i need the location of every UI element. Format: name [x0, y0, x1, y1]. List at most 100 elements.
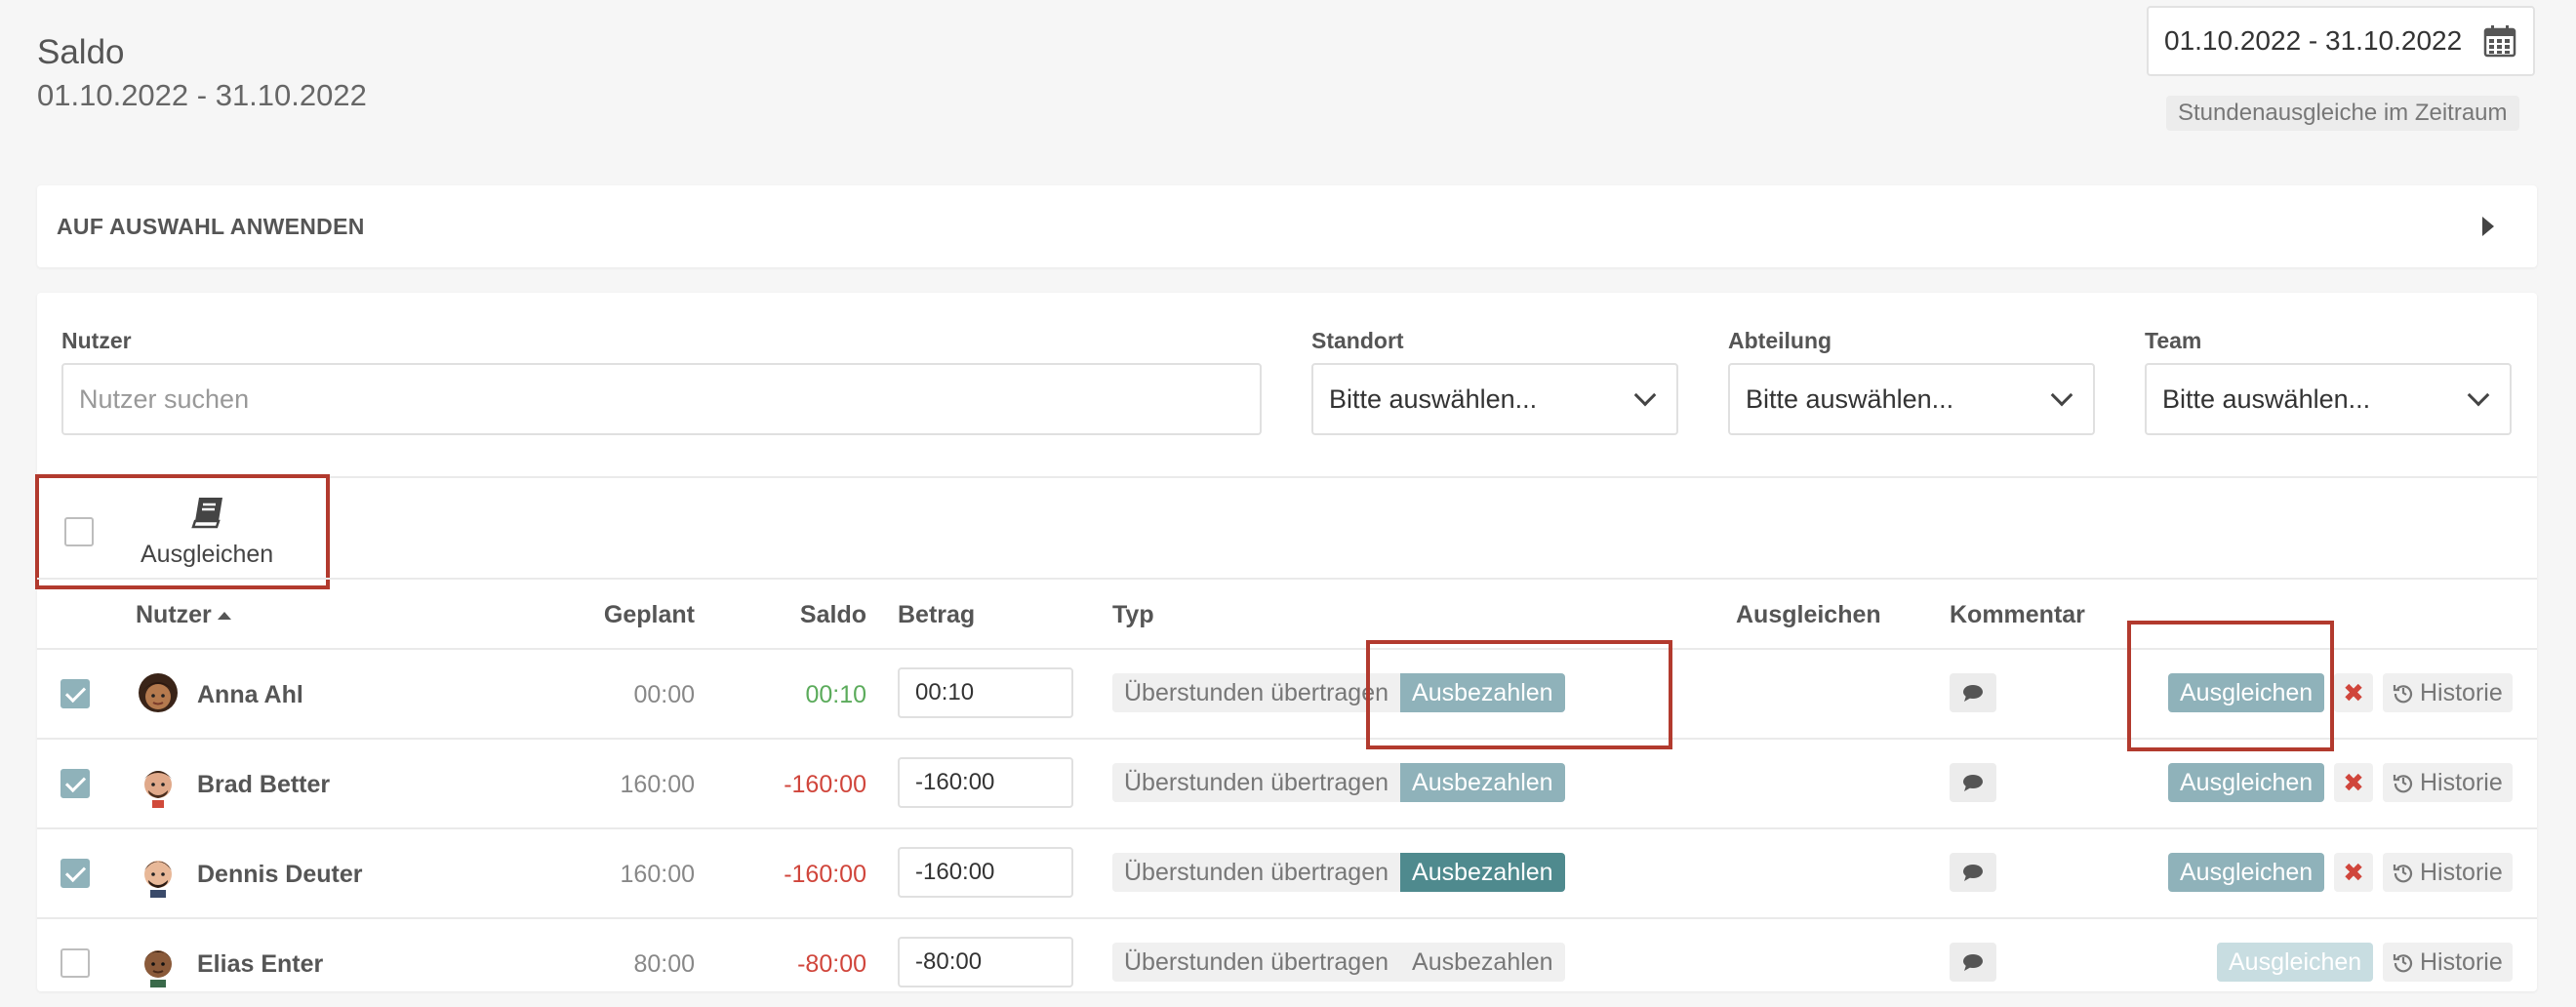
history-button[interactable]: Historie [2383, 853, 2513, 892]
team-filter-label: Team [2145, 328, 2202, 353]
col-header-planned[interactable]: Geplant [604, 601, 695, 629]
planned-value: 160:00 [620, 861, 695, 888]
table-row: Anna Ahl 00:00 00:10 00:10 Überstunden ü… [37, 648, 2537, 738]
user-name: Brad Better [197, 771, 331, 798]
col-header-amount: Betrag [898, 601, 976, 628]
row-checkbox[interactable] [60, 859, 90, 888]
table-row: Brad Better 160:00 -160:00 -160:00 Übers… [37, 738, 2537, 827]
team-select-value: Bitte auswählen... [2162, 383, 2371, 414]
pay-out-button[interactable]: Ausbezahlen [1400, 673, 1565, 712]
user-name: Anna Ahl [197, 681, 303, 708]
carry-overtime-button[interactable]: Überstunden übertragen [1112, 763, 1401, 802]
page-title: Saldo [37, 33, 125, 71]
balance-value: -160:00 [784, 861, 866, 888]
planned-value: 160:00 [620, 771, 695, 798]
col-header-type: Typ [1112, 601, 1154, 628]
date-range-picker[interactable]: 01.10.2022 - 31.10.2022 [2147, 6, 2535, 76]
pay-out-button[interactable]: Ausbezahlen [1400, 943, 1565, 982]
filter-divider [37, 476, 2537, 478]
col-header-adjust: Ausgleichen [1736, 601, 1881, 628]
team-select[interactable]: Bitte auswählen... [2145, 363, 2512, 435]
comment-icon [1963, 685, 1983, 702]
history-label: Historie [2420, 858, 2503, 886]
adjust-button[interactable]: Ausgleichen [2168, 853, 2325, 892]
book-icon[interactable] [189, 492, 228, 531]
col-header-user[interactable]: Nutzer [136, 601, 231, 629]
pay-out-button[interactable]: Ausbezahlen [1400, 853, 1565, 892]
avatar [139, 673, 178, 712]
department-select[interactable]: Bitte auswählen... [1728, 363, 2095, 435]
apply-to-selection-panel[interactable]: AUF AUSWAHL ANWENDEN [37, 185, 2537, 267]
history-label: Historie [2420, 678, 2503, 706]
carry-overtime-button[interactable]: Überstunden übertragen [1112, 673, 1401, 712]
history-button[interactable]: Historie [2383, 763, 2513, 802]
remove-button[interactable]: ✖ [2334, 763, 2373, 802]
comment-button[interactable] [1950, 943, 1996, 982]
amount-input[interactable]: -160:00 [898, 847, 1073, 898]
toolbar-divider [37, 578, 2537, 580]
row-checkbox[interactable] [60, 769, 90, 798]
arrow-right-icon[interactable] [2482, 217, 2494, 236]
history-button[interactable]: Historie [2383, 943, 2513, 982]
comment-icon [1963, 775, 1983, 791]
location-filter-label: Standort [1311, 328, 1404, 353]
balance-value: -80:00 [797, 950, 866, 978]
page-date-range: 01.10.2022 - 31.10.2022 [37, 78, 367, 112]
row-checkbox[interactable] [60, 948, 90, 978]
carry-overtime-button[interactable]: Überstunden übertragen [1112, 943, 1401, 982]
planned-value: 00:00 [633, 681, 695, 708]
adjust-button-disabled[interactable]: Ausgleichen [2217, 943, 2374, 982]
date-range-value: 01.10.2022 - 31.10.2022 [2164, 25, 2463, 56]
remove-button[interactable]: ✖ [2334, 673, 2373, 712]
select-all-checkbox[interactable] [64, 517, 94, 546]
pay-out-button[interactable]: Ausbezahlen [1400, 763, 1565, 802]
adjust-button[interactable]: Ausgleichen [2168, 763, 2325, 802]
col-header-comment: Kommentar [1950, 601, 2085, 628]
amount-input[interactable]: -160:00 [898, 757, 1073, 808]
avatar [144, 771, 172, 808]
history-icon [2393, 954, 2413, 973]
period-adjustments-badge[interactable]: Stundenausgleiche im Zeitraum [2166, 96, 2519, 131]
history-label: Historie [2420, 768, 2503, 796]
comment-button[interactable] [1950, 673, 1996, 712]
balance-value: 00:10 [805, 681, 866, 708]
avatar [144, 861, 172, 898]
user-search-placeholder: Nutzer suchen [79, 383, 250, 414]
history-button[interactable]: Historie [2383, 673, 2513, 712]
user-name: Dennis Deuter [197, 861, 363, 888]
comment-icon [1963, 865, 1983, 881]
type-toggle: Überstunden übertragen Ausbezahlen [1112, 853, 1565, 892]
avatar [144, 950, 172, 987]
chevron-down-icon [1633, 383, 1657, 407]
user-search-input[interactable]: Nutzer suchen [61, 363, 1262, 435]
table-row: Dennis Deuter 160:00 -160:00 -160:00 Übe… [37, 827, 2537, 917]
bulk-adjust-label[interactable]: Ausgleichen [141, 541, 273, 569]
table-row: Elias Enter 80:00 -80:00 -80:00 Überstun… [37, 917, 2537, 1007]
balance-value: -160:00 [784, 771, 866, 798]
carry-overtime-button[interactable]: Überstunden übertragen [1112, 853, 1401, 892]
sort-up-icon [217, 612, 231, 621]
user-name: Elias Enter [197, 950, 324, 978]
comment-button[interactable] [1950, 853, 1996, 892]
comment-icon [1963, 954, 1983, 971]
col-header-user-label: Nutzer [136, 601, 212, 628]
location-select[interactable]: Bitte auswählen... [1311, 363, 1678, 435]
chevron-down-icon [2050, 383, 2073, 407]
planned-value: 80:00 [633, 950, 695, 978]
remove-button[interactable]: ✖ [2334, 853, 2373, 892]
amount-input[interactable]: -80:00 [898, 937, 1073, 987]
comment-button[interactable] [1950, 763, 1996, 802]
user-filter-label: Nutzer [61, 328, 132, 353]
type-toggle: Überstunden übertragen Ausbezahlen [1112, 673, 1565, 712]
balance-table-card: Nutzer Nutzer suchen Standort Bitte ausw… [35, 293, 2537, 991]
history-icon [2393, 685, 2413, 704]
col-header-balance[interactable]: Saldo [800, 601, 866, 629]
adjust-button[interactable]: Ausgleichen [2168, 673, 2325, 712]
amount-input[interactable]: 00:10 [898, 667, 1073, 718]
type-toggle: Überstunden übertragen Ausbezahlen [1112, 763, 1565, 802]
chevron-down-icon [2467, 383, 2490, 407]
department-select-value: Bitte auswählen... [1746, 383, 1954, 414]
calendar-icon[interactable] [2482, 23, 2517, 59]
row-checkbox[interactable] [60, 679, 90, 708]
history-icon [2393, 775, 2413, 793]
